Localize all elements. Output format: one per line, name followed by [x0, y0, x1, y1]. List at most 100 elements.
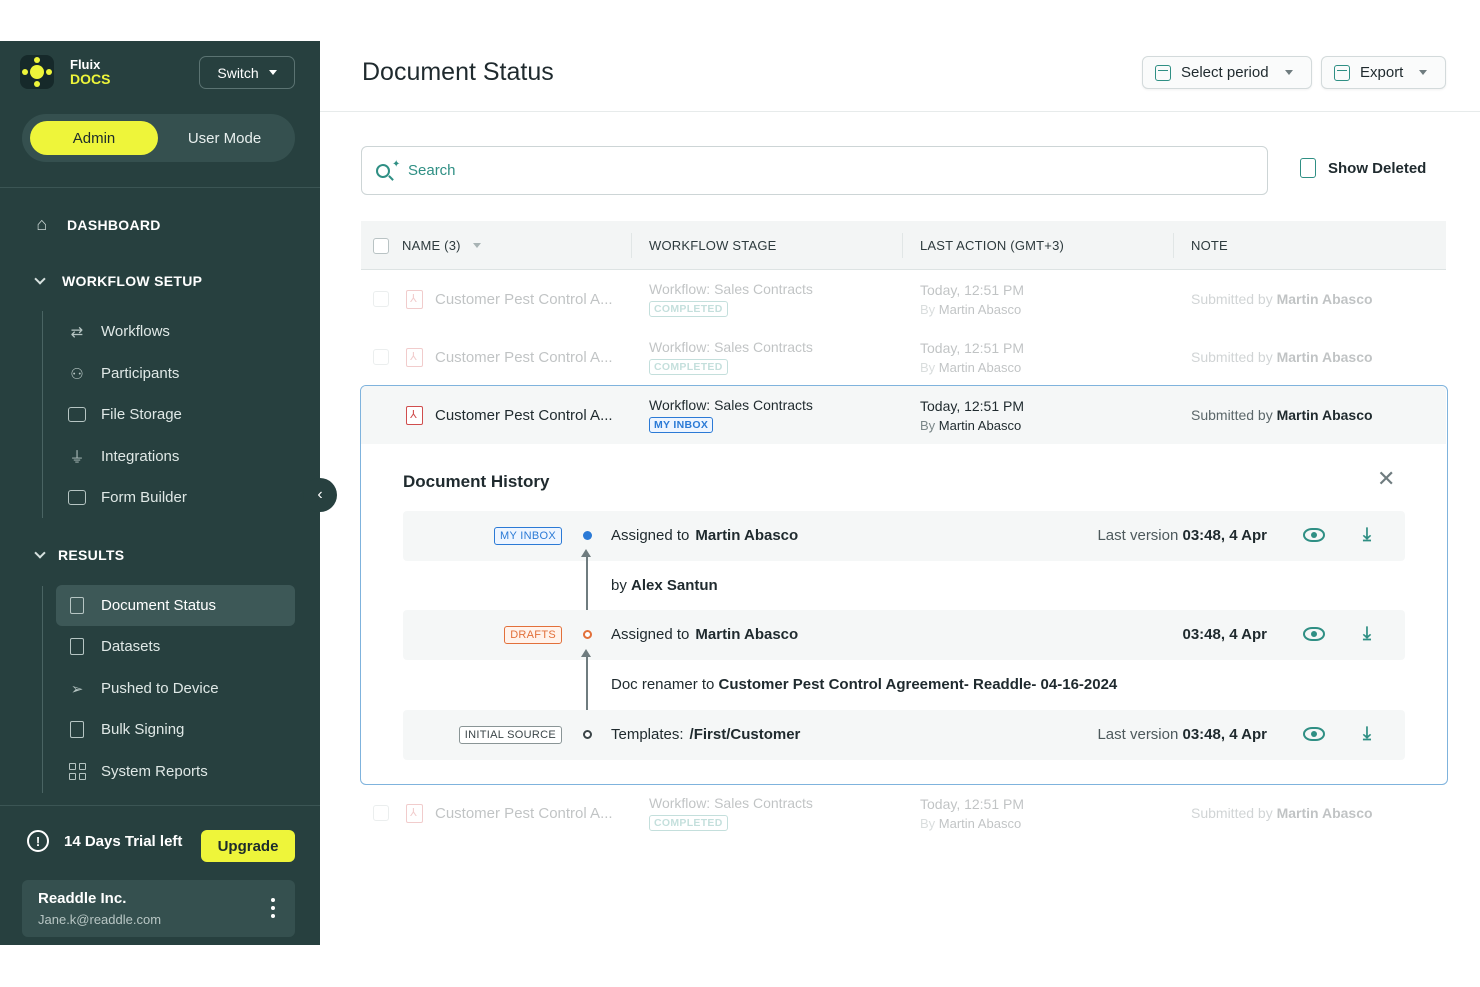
status-badge: COMPLETED [649, 815, 728, 831]
brand[interactable]: Fluix DOCS [20, 55, 110, 89]
sidebar-item-bulk-signing[interactable]: Bulk Signing [56, 709, 295, 750]
status-badge: COMPLETED [649, 301, 728, 317]
select-period-button[interactable]: Select period [1142, 56, 1312, 89]
history-badge: MY INBOX [494, 527, 562, 545]
table-row[interactable]: Customer Pest Control A... Workflow: Sal… [361, 270, 1446, 328]
close-icon[interactable]: ✕ [1377, 466, 1395, 492]
nav-dashboard-label: DASHBOARD [67, 216, 161, 233]
search-bar[interactable]: ✦ [361, 146, 1268, 195]
history-value: /First/Customer [689, 726, 801, 743]
form-builder-icon [66, 489, 88, 507]
sidebar-item-label: File Storage [101, 406, 182, 423]
last-action-time: Today, 12:51 PM [920, 281, 1025, 298]
nav-workflow-setup[interactable]: WORKFLOW SETUP [30, 273, 202, 289]
sidebar-divider [0, 805, 320, 806]
home-icon: ⌂ [36, 214, 48, 234]
show-deleted-button[interactable]: Show Deleted [1300, 158, 1426, 178]
column-note[interactable]: NOTE [1191, 221, 1228, 270]
trial-notice: ! 14 Days Trial left [27, 830, 182, 852]
eye-icon[interactable] [1303, 528, 1325, 542]
last-action-time: Today, 12:51 PM [920, 339, 1025, 356]
workflow-stage: Workflow: Sales Contracts [649, 397, 813, 413]
history-transition: Doc renamer to Customer Pest Control Agr… [611, 676, 1117, 693]
eye-icon[interactable] [1303, 727, 1325, 741]
note-prefix: Submitted by [1191, 291, 1273, 307]
column-last-action[interactable]: LAST ACTION (GMT+3) [920, 221, 1064, 270]
chevron-down-icon [1419, 70, 1428, 75]
sidebar-item-integrations[interactable]: ⏚ Integrations [56, 436, 295, 477]
last-action-actor: Martin Abasco [938, 301, 1022, 317]
participants-icon: ⚇ [70, 365, 84, 383]
grid-icon [66, 763, 88, 781]
export-label: Export [1360, 64, 1404, 81]
admin-mode-button[interactable]: Admin [30, 121, 158, 155]
sidebar-item-label: Integrations [101, 448, 180, 465]
workflow-stage: Workflow: Sales Contracts [649, 339, 813, 355]
document-name: Customer Pest Control A... [435, 804, 613, 822]
note-name: Martin Abasco [1276, 805, 1373, 821]
nav-workflow-setup-label: WORKFLOW SETUP [62, 273, 203, 289]
sparkle-icon: ✦ [392, 159, 401, 170]
row-checkbox[interactable] [373, 349, 389, 365]
sidebar-item-file-storage[interactable]: File Storage [56, 394, 295, 435]
row-checkbox[interactable] [373, 291, 389, 307]
note-name: Martin Abasco [1276, 349, 1373, 365]
download-icon[interactable]: ⤓ [1363, 623, 1371, 644]
account-card[interactable]: Readdle Inc. Jane.k@readdle.com [22, 880, 295, 937]
history-badge: DRAFTS [504, 626, 562, 644]
sidebar-item-workflows[interactable]: ⇄ Workflows [56, 311, 295, 352]
more-options-icon[interactable] [271, 898, 275, 918]
column-name-label: NAME (3) [402, 238, 461, 253]
nav-results-label: RESULTS [58, 547, 125, 563]
document-name: Customer Pest Control A... [435, 406, 613, 424]
sidebar-item-document-status[interactable]: Document Status [56, 585, 295, 626]
pdf-icon [406, 347, 423, 367]
column-workflow-stage[interactable]: WORKFLOW STAGE [649, 221, 777, 270]
eye-icon[interactable] [1303, 627, 1325, 641]
timeline-connector [582, 649, 590, 715]
upgrade-button[interactable]: Upgrade [201, 830, 295, 862]
table-row[interactable]: Customer Pest Control A... Workflow: Sal… [361, 328, 1446, 386]
nav-dashboard[interactable]: ⌂ DASHBOARD [30, 214, 161, 235]
chevron-down-icon [34, 273, 46, 285]
export-button[interactable]: Export [1321, 56, 1446, 89]
fluix-logo-icon [20, 55, 54, 89]
history-entry: DRAFTS Assigned to Martin Abasco 03:48, 4… [403, 610, 1405, 660]
sidebar-item-pushed-to-device[interactable]: ➢ Pushed to Device [56, 668, 295, 709]
last-action-time: Today, 12:51 PM [920, 795, 1025, 812]
select-all-checkbox[interactable] [373, 221, 389, 270]
download-icon[interactable]: ⤓ [1363, 723, 1371, 744]
note-prefix: Submitted by [1191, 349, 1273, 365]
search-input[interactable] [408, 162, 1208, 179]
mode-toggle[interactable]: Admin User Mode [22, 114, 295, 162]
last-action-actor: Martin Abasco [938, 815, 1022, 831]
user-mode-button[interactable]: User Mode [158, 130, 291, 147]
transition-value: Customer Pest Control Agreement- Readdle… [718, 676, 1118, 693]
table-row[interactable]: Customer Pest Control A... Workflow: Sal… [361, 784, 1446, 842]
sidebar-item-form-builder[interactable]: Form Builder [56, 477, 295, 518]
column-separator [902, 233, 903, 258]
expanded-row: Customer Pest Control A... Workflow: Sal… [360, 385, 1448, 785]
last-action-actor: Martin Abasco [938, 359, 1022, 375]
sidebar-item-participants[interactable]: ⚇ Participants [56, 353, 295, 394]
table-row-selected[interactable]: Customer Pest Control A... Workflow: Sal… [361, 386, 1446, 444]
table-header: NAME (3) WORKFLOW STAGE LAST ACTION (GMT… [361, 221, 1446, 270]
trash-icon [1300, 158, 1316, 178]
sidebar-item-system-reports[interactable]: System Reports [56, 751, 295, 792]
sidebar-item-label: System Reports [101, 763, 208, 780]
switch-button[interactable]: Switch [199, 56, 295, 89]
select-period-label: Select period [1181, 64, 1269, 81]
nav-results[interactable]: RESULTS [30, 547, 124, 563]
last-action-by: By [920, 815, 936, 831]
column-name[interactable]: NAME (3) [402, 221, 481, 270]
export-calendar-icon [1334, 64, 1350, 81]
version-prefix: Last version [1097, 527, 1179, 544]
sidebar-item-datasets[interactable]: Datasets [56, 626, 295, 667]
timeline-dot [583, 730, 592, 739]
collapse-sidebar-button[interactable]: ‹ [303, 478, 337, 512]
download-icon[interactable]: ⤓ [1363, 524, 1371, 545]
row-checkbox[interactable] [373, 805, 389, 821]
transition-prefix: Doc renamer to [611, 676, 715, 693]
account-email: Jane.k@readdle.com [38, 912, 162, 927]
calendar-icon [1155, 64, 1171, 81]
